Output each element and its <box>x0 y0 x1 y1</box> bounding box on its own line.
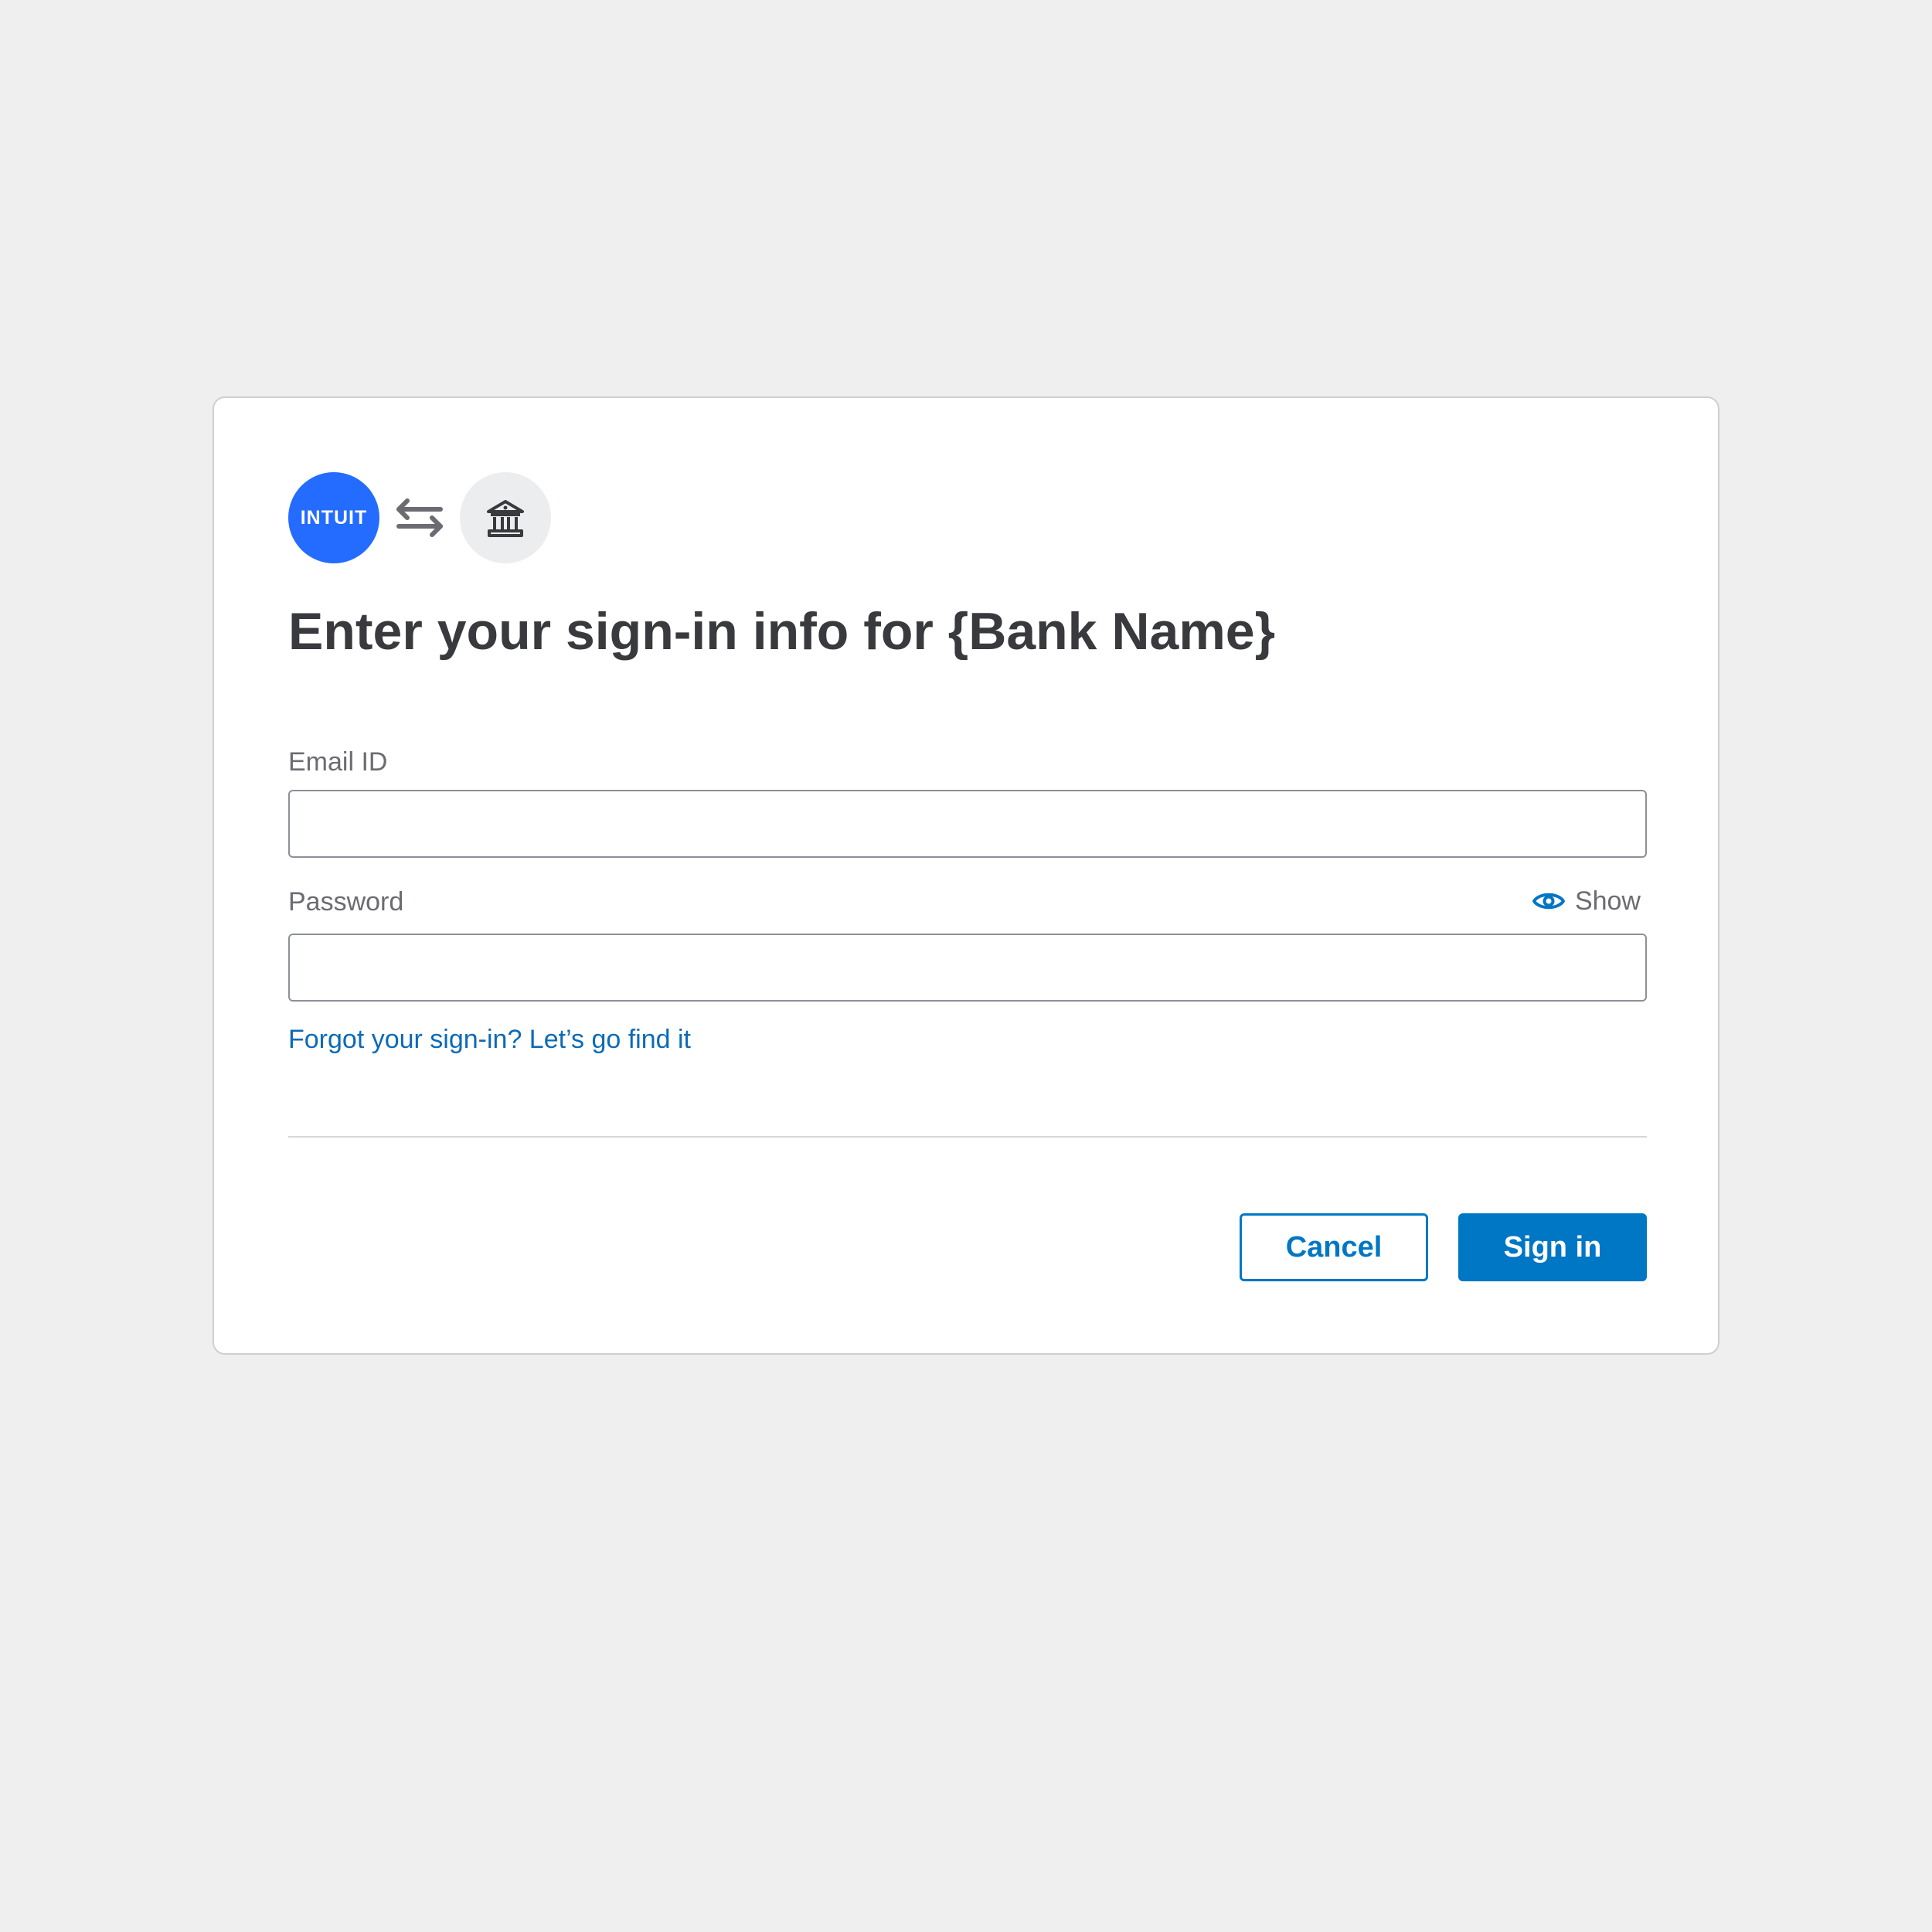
forgot-sign-in-link[interactable]: Forgot your sign-in? Let’s go find it <box>288 1024 691 1056</box>
sign-in-button[interactable]: Sign in <box>1458 1213 1647 1281</box>
sign-in-dialog: INTUIT Enter your sign-in info for {Bank… <box>213 396 1719 1355</box>
eye-icon <box>1532 889 1566 913</box>
email-field[interactable] <box>288 790 1647 858</box>
intuit-logo: INTUIT <box>288 472 379 563</box>
connection-logos: INTUIT <box>288 472 551 563</box>
bank-icon <box>487 500 524 537</box>
bank-logo <box>460 472 551 563</box>
intuit-logo-text: INTUIT <box>300 506 368 529</box>
page-title: Enter your sign-in info for {Bank Name} <box>288 602 1276 661</box>
show-label: Show <box>1574 886 1641 916</box>
divider <box>288 1136 1647 1138</box>
email-label: Email ID <box>288 747 388 777</box>
show-password-toggle[interactable]: Show <box>1532 883 1641 919</box>
swap-arrows-icon <box>389 472 451 563</box>
cancel-button[interactable]: Cancel <box>1240 1213 1428 1281</box>
password-label: Password <box>288 887 404 917</box>
password-field[interactable] <box>288 934 1647 1002</box>
